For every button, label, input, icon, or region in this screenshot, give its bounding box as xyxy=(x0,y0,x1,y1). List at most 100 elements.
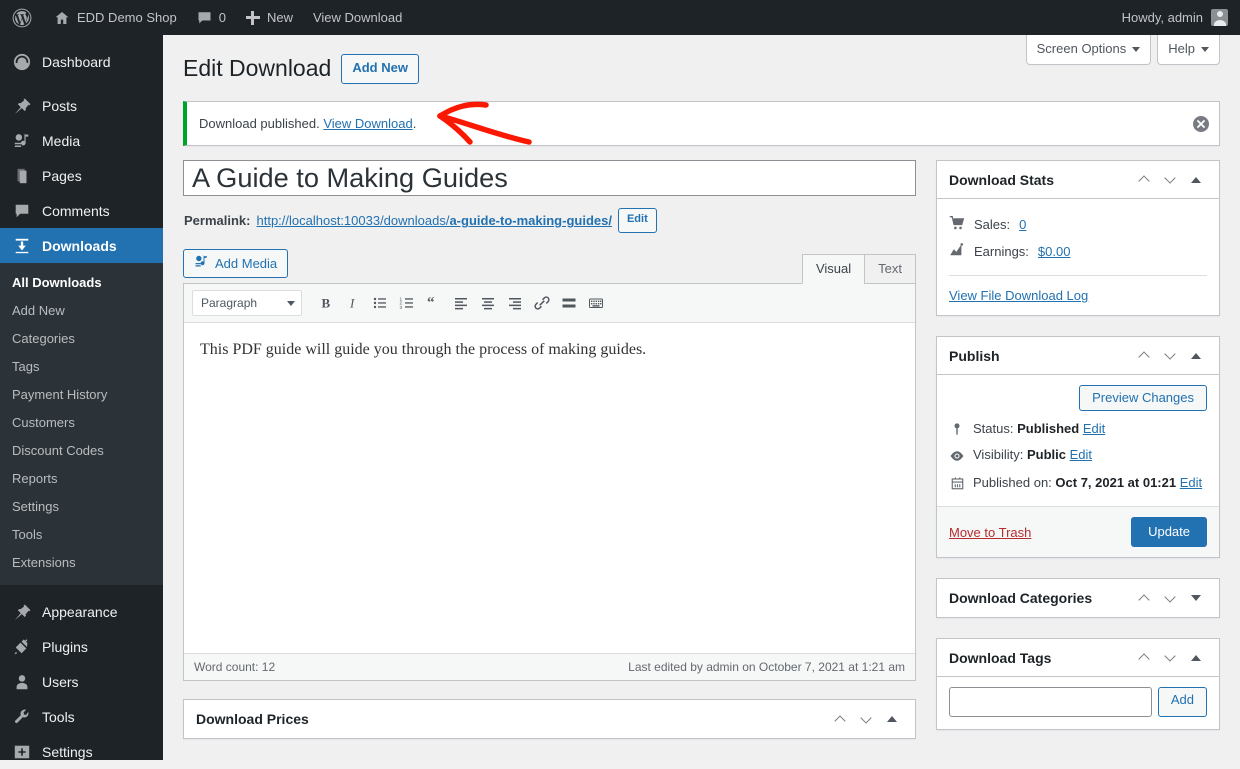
post-title-input[interactable] xyxy=(183,160,916,196)
sidebar-item-posts[interactable]: Posts xyxy=(0,88,163,123)
add-media-button[interactable]: Add Media xyxy=(183,249,288,278)
move-down-icon[interactable] xyxy=(1159,645,1181,671)
box-controls xyxy=(1133,343,1207,369)
move-up-icon[interactable] xyxy=(1133,167,1155,193)
sidebar-subitem-discount-codes[interactable]: Discount Codes xyxy=(0,437,163,465)
align-center-icon xyxy=(480,295,496,311)
move-up-icon[interactable] xyxy=(1133,645,1155,671)
help-button[interactable]: Help xyxy=(1157,35,1220,65)
sidebar-item-settings[interactable]: Settings xyxy=(0,734,163,769)
comments-bubble-button[interactable]: 0 xyxy=(187,0,236,35)
add-tag-button[interactable]: Add xyxy=(1158,687,1207,717)
new-tag-input[interactable] xyxy=(949,687,1152,717)
editor-content-area[interactable]: This PDF guide will guide you through th… xyxy=(184,323,915,653)
sidebar-item-tools[interactable]: Tools xyxy=(0,699,163,734)
toggle-panel-icon[interactable] xyxy=(1185,645,1207,671)
move-up-icon[interactable] xyxy=(829,706,851,732)
toggle-panel-icon[interactable] xyxy=(1185,167,1207,193)
new-content-menu[interactable]: New xyxy=(236,0,303,35)
move-up-icon[interactable] xyxy=(1133,585,1155,611)
media-icon xyxy=(194,254,209,272)
toggle-panel-icon[interactable] xyxy=(881,706,903,732)
edit-visibility-link[interactable]: Edit xyxy=(1070,447,1092,462)
download-categories-header: Download Categories xyxy=(937,579,1219,617)
read-more-button[interactable] xyxy=(556,290,582,316)
sidebar-subitem-add-new[interactable]: Add New xyxy=(0,297,163,325)
download-prices-title: Download Prices xyxy=(196,711,309,727)
move-down-icon[interactable] xyxy=(1159,343,1181,369)
sidebar-item-downloads[interactable]: Downloads xyxy=(0,228,163,263)
preview-changes-button[interactable]: Preview Changes xyxy=(1079,385,1207,411)
sidebar-subitem-extensions[interactable]: Extensions xyxy=(0,549,163,577)
sidebar-subitem-customers[interactable]: Customers xyxy=(0,409,163,437)
close-circle-icon[interactable] xyxy=(1191,114,1211,134)
view-download-link[interactable]: View Download xyxy=(303,0,412,35)
align-left-icon xyxy=(453,295,469,311)
edit-status-link[interactable]: Edit xyxy=(1083,421,1105,436)
sidebar-divider xyxy=(0,585,163,594)
download-tags-header: Download Tags xyxy=(937,639,1219,677)
view-file-download-log-link[interactable]: View File Download Log xyxy=(949,288,1088,303)
site-name-label: EDD Demo Shop xyxy=(77,10,177,25)
account-menu[interactable]: Howdy, admin xyxy=(1122,9,1240,26)
align-center-button[interactable] xyxy=(475,290,501,316)
numbered-list-button[interactable]: 1 2 3 xyxy=(394,290,420,316)
downloads-submenu: All Downloads Add New Categories Tags Pa… xyxy=(0,263,163,585)
site-name-menu[interactable]: EDD Demo Shop xyxy=(44,0,187,35)
bold-button[interactable]: B xyxy=(313,290,339,316)
earnings-value-link[interactable]: $0.00 xyxy=(1038,244,1071,259)
bold-icon: B xyxy=(318,295,334,311)
sidebar-item-dashboard[interactable]: Dashboard xyxy=(0,44,163,79)
edit-published-link[interactable]: Edit xyxy=(1180,475,1202,490)
move-down-icon[interactable] xyxy=(855,706,877,732)
bulleted-list-button[interactable] xyxy=(367,290,393,316)
align-left-button[interactable] xyxy=(448,290,474,316)
sidebar-subitem-all-downloads[interactable]: All Downloads xyxy=(0,269,163,297)
tab-visual[interactable]: Visual xyxy=(802,254,865,284)
paragraph-format-select[interactable]: Paragraph xyxy=(192,290,302,316)
blockquote-button[interactable]: “ xyxy=(421,290,447,316)
sidebar-item-appearance[interactable]: Appearance xyxy=(0,594,163,629)
permalink-link[interactable]: http://localhost:10033/downloads/a-guide… xyxy=(256,213,611,228)
italic-button[interactable]: I xyxy=(340,290,366,316)
align-right-button[interactable] xyxy=(502,290,528,316)
add-new-button[interactable]: Add New xyxy=(341,54,419,84)
screen-options-button[interactable]: Screen Options xyxy=(1026,35,1152,65)
sidebar-item-plugins[interactable]: Plugins xyxy=(0,629,163,664)
tag-entry-row: Add xyxy=(937,677,1219,729)
published-on-text: Published on: Oct 7, 2021 at 01:21 Edit xyxy=(973,475,1202,490)
sidebar-item-comments[interactable]: Comments xyxy=(0,193,163,228)
view-download-label: View Download xyxy=(313,10,402,25)
wordpress-logo-button[interactable] xyxy=(0,0,44,35)
toggle-panel-icon[interactable] xyxy=(1185,343,1207,369)
move-down-icon[interactable] xyxy=(1159,585,1181,611)
sidebar-item-pages[interactable]: Pages xyxy=(0,158,163,193)
move-to-trash-link[interactable]: Move to Trash xyxy=(949,525,1031,540)
move-down-icon[interactable] xyxy=(1159,167,1181,193)
update-button[interactable]: Update xyxy=(1131,517,1207,547)
sidebar-subitem-payment-history[interactable]: Payment History xyxy=(0,381,163,409)
sales-value-link[interactable]: 0 xyxy=(1019,217,1026,232)
tab-text[interactable]: Text xyxy=(864,254,916,284)
sidebar-subitem-tags[interactable]: Tags xyxy=(0,353,163,381)
sidebar-subitem-categories[interactable]: Categories xyxy=(0,325,163,353)
toggle-panel-icon[interactable] xyxy=(1185,585,1207,611)
status-text: Status: Published Edit xyxy=(973,421,1105,436)
editor-box: Paragraph B I xyxy=(183,283,916,681)
sidebar-item-media[interactable]: Media xyxy=(0,123,163,158)
sidebar-subitem-reports[interactable]: Reports xyxy=(0,465,163,493)
sidebar-subitem-settings[interactable]: Settings xyxy=(0,493,163,521)
sidebar-item-users[interactable]: Users xyxy=(0,664,163,699)
move-up-icon[interactable] xyxy=(1133,343,1155,369)
insert-link-button[interactable] xyxy=(529,290,555,316)
view-download-link[interactable]: View Download xyxy=(323,116,412,131)
toolbar-toggle-button[interactable] xyxy=(583,290,609,316)
edit-permalink-button[interactable]: Edit xyxy=(618,208,657,233)
sales-row: Sales: 0 xyxy=(949,211,1207,238)
primary-column: Permalink: http://localhost:10033/downlo… xyxy=(183,160,916,759)
align-right-icon xyxy=(507,295,523,311)
sidebar-subitem-tools[interactable]: Tools xyxy=(0,521,163,549)
calendar-icon xyxy=(949,475,965,491)
download-box-icon xyxy=(12,236,32,256)
editor-top-bar: Add Media Visual Text xyxy=(183,245,916,283)
